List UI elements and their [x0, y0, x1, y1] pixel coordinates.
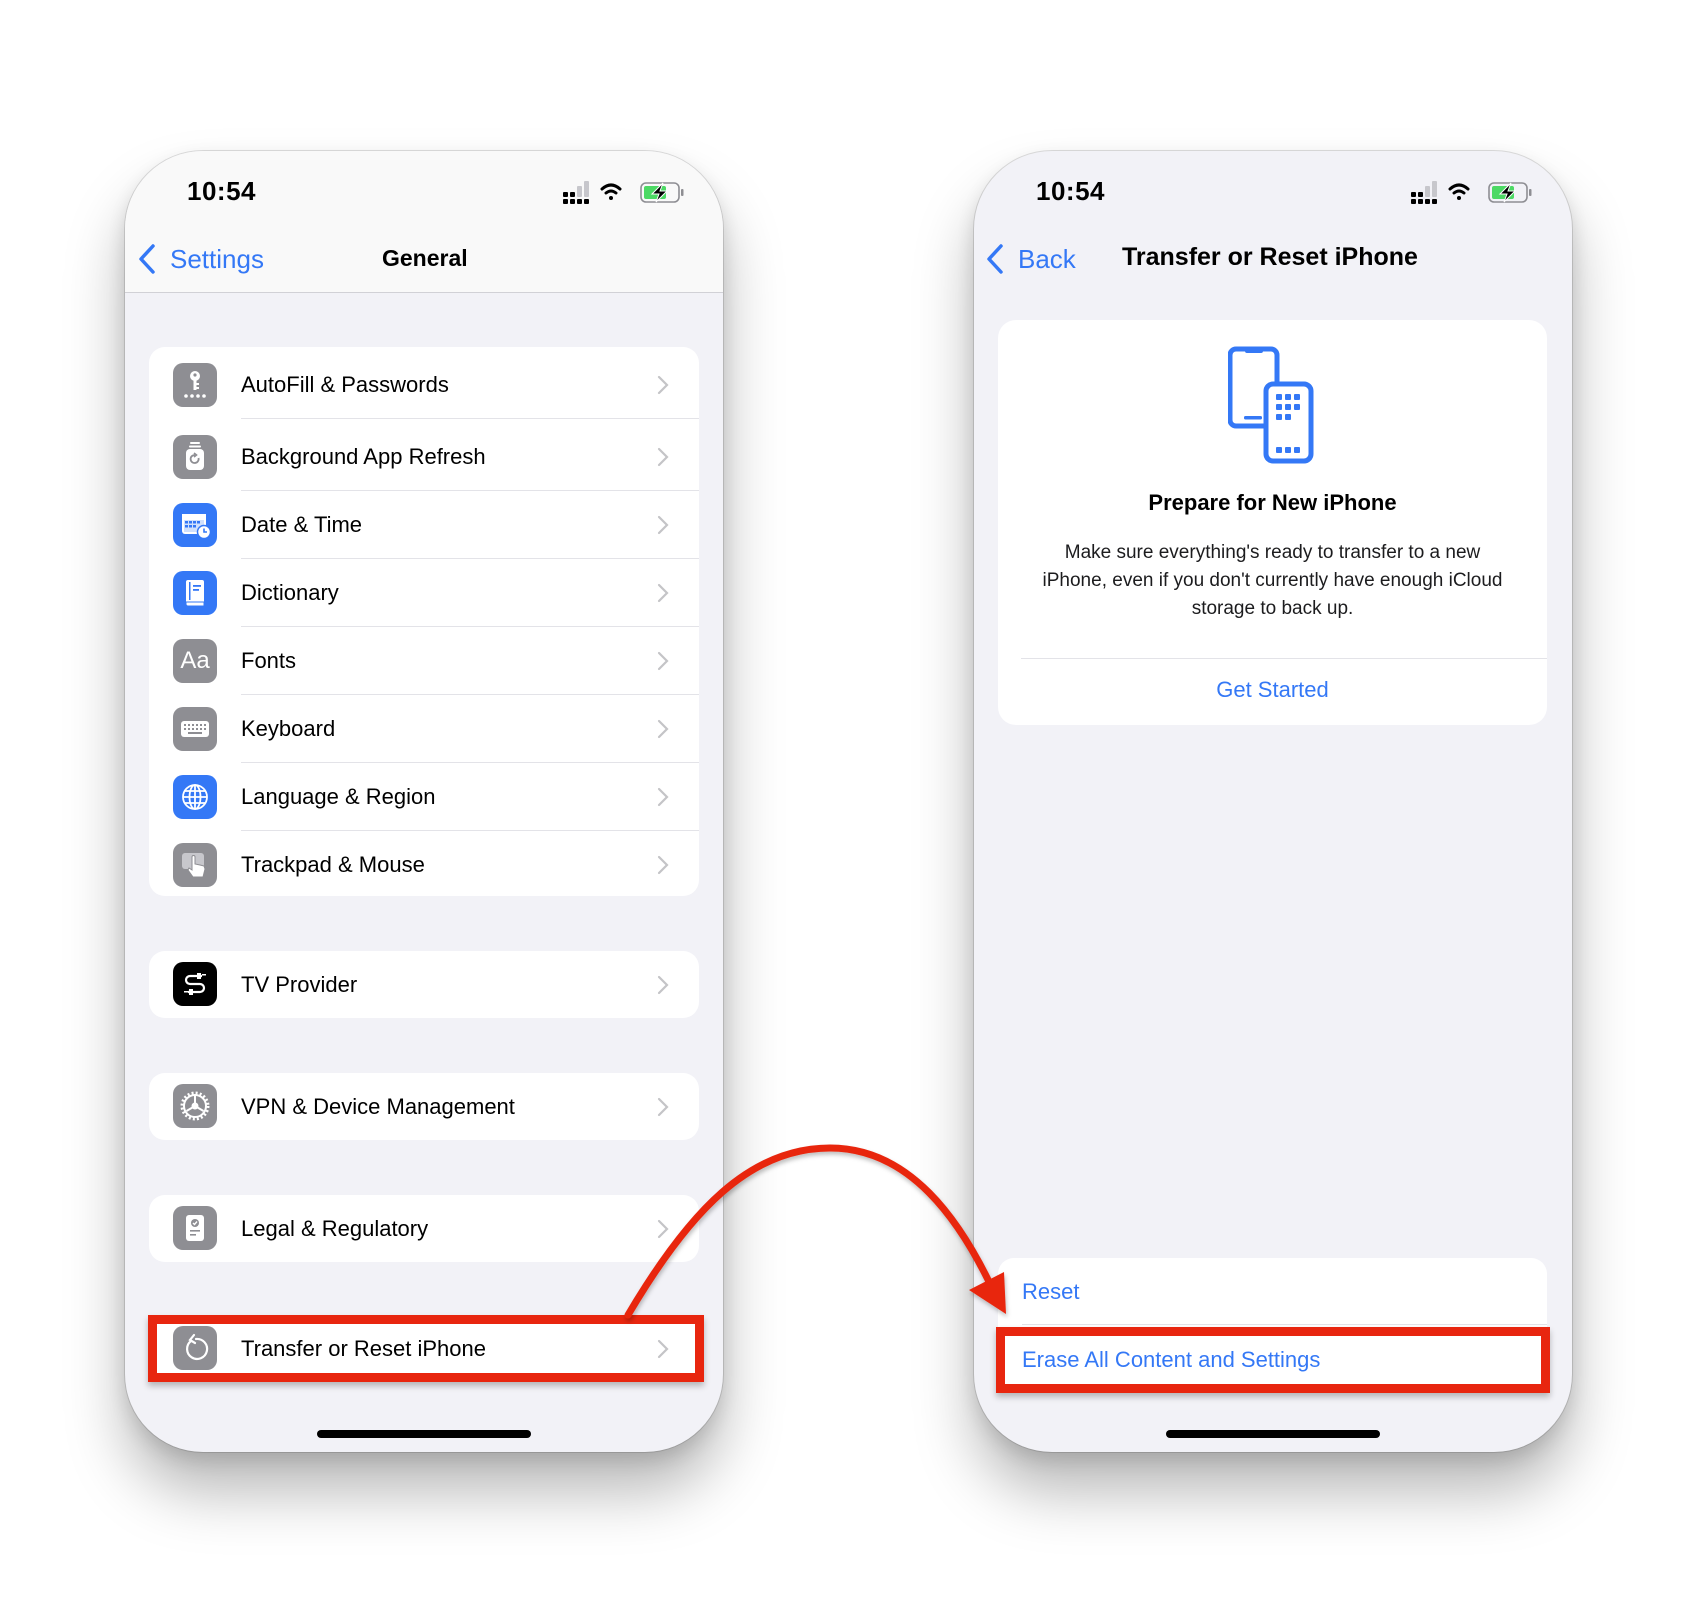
- divider: [1021, 658, 1547, 659]
- chevron-right-icon: [657, 583, 669, 603]
- status-time: 10:54: [1036, 176, 1105, 206]
- back-button[interactable]: Back: [986, 244, 1076, 274]
- trackpad-icon: [173, 843, 217, 887]
- row-label: TV Provider: [241, 972, 358, 997]
- settings-group-general: AutoFill & Passwords Background App Refr…: [149, 347, 699, 896]
- row-label: Keyboard: [241, 716, 336, 741]
- wifi-icon: [600, 183, 622, 200]
- chevron-right-icon: [657, 447, 669, 467]
- row-label: Legal & Regulatory: [241, 1216, 429, 1241]
- back-label: Settings: [170, 243, 264, 274]
- chevron-right-icon: [657, 719, 669, 739]
- keyboard-icon: [173, 707, 217, 751]
- list-item-date-time[interactable]: Date & Time: [149, 491, 699, 559]
- reset-button[interactable]: Reset: [998, 1258, 1547, 1325]
- home-indicator[interactable]: [1166, 1430, 1380, 1438]
- row-label: Fonts: [241, 648, 297, 673]
- list-item-language-region[interactable]: Language & Region: [149, 763, 699, 831]
- status-bar-icons: [563, 181, 684, 204]
- settings-group-legal: Legal & Regulatory: [149, 1195, 699, 1262]
- chevron-right-icon: [657, 855, 669, 875]
- reset-label: Reset: [1022, 1279, 1080, 1304]
- page-title: General: [382, 245, 468, 271]
- divider: [241, 418, 699, 419]
- chevron-right-icon: [657, 1097, 669, 1117]
- row-label: Trackpad & Mouse: [241, 852, 425, 877]
- calendar-clock-icon: [173, 503, 217, 547]
- list-item-keyboard[interactable]: Keyboard: [149, 695, 699, 763]
- chevron-right-icon: [657, 975, 669, 995]
- cellular-signal-icon: [1411, 181, 1437, 204]
- settings-group-tv: TV Provider: [149, 951, 699, 1018]
- back-label: Back: [1018, 243, 1076, 274]
- globe-icon: [173, 775, 217, 819]
- book-icon: [173, 571, 217, 615]
- battery-charging-icon: [640, 182, 684, 203]
- list-item-tv-provider[interactable]: TV Provider: [149, 951, 699, 1018]
- fonts-glyph: Aa: [180, 647, 210, 674]
- chevron-right-icon: [657, 515, 669, 535]
- list-item-autofill-passwords[interactable]: AutoFill & Passwords: [149, 351, 699, 419]
- chevron-right-icon: [657, 787, 669, 807]
- status-bar-icons: [1411, 181, 1532, 204]
- highlight-box-erase-all: [996, 1327, 1550, 1393]
- legal-document-icon: [173, 1206, 217, 1250]
- card-title: Prepare for New iPhone: [1148, 490, 1397, 515]
- card-description: Make sure everything's ready to transfer…: [1042, 542, 1503, 619]
- list-item-background-app-refresh[interactable]: Background App Refresh: [149, 423, 699, 491]
- wifi-icon: [1448, 183, 1470, 200]
- page-title: Transfer or Reset iPhone: [1122, 243, 1418, 271]
- row-label: Background App Refresh: [241, 444, 486, 469]
- gear-icon: [173, 1084, 217, 1128]
- list-item-legal-regulatory[interactable]: Legal & Regulatory: [149, 1195, 699, 1262]
- home-indicator[interactable]: [317, 1430, 531, 1438]
- cellular-signal-icon: [563, 181, 589, 204]
- status-time: 10:54: [187, 176, 256, 206]
- settings-group-vpn: VPN & Device Management: [149, 1073, 699, 1140]
- row-label: VPN & Device Management: [241, 1094, 515, 1119]
- highlight-box-transfer-reset: [148, 1315, 704, 1382]
- prepare-new-iphone-card: Prepare for New iPhone Make sure everyth…: [998, 320, 1547, 725]
- divider: [1022, 1324, 1547, 1325]
- chevron-right-icon: [657, 1219, 669, 1239]
- back-button-settings[interactable]: Settings: [138, 244, 264, 274]
- key-icon: [173, 363, 217, 407]
- battery-charging-icon: [1488, 182, 1532, 203]
- row-label: Language & Region: [241, 784, 436, 809]
- row-label: Date & Time: [241, 512, 363, 537]
- get-started-button[interactable]: Get Started: [998, 677, 1547, 703]
- list-item-trackpad-mouse[interactable]: Trackpad & Mouse: [149, 831, 699, 896]
- list-item-vpn-device-management[interactable]: VPN & Device Management: [149, 1073, 699, 1140]
- tv-provider-icon: [173, 962, 217, 1006]
- chevron-left-icon: [139, 244, 155, 274]
- row-label: AutoFill & Passwords: [241, 372, 449, 397]
- fonts-icon: Aa: [173, 639, 217, 683]
- app-refresh-icon: [173, 435, 217, 479]
- two-phones-icon: [1228, 346, 1314, 464]
- chevron-right-icon: [657, 375, 669, 395]
- list-item-fonts[interactable]: Aa Fonts: [149, 627, 699, 695]
- chevron-right-icon: [657, 651, 669, 671]
- row-label: Dictionary: [241, 580, 339, 605]
- chevron-left-icon: [987, 244, 1003, 274]
- list-item-dictionary[interactable]: Dictionary: [149, 559, 699, 627]
